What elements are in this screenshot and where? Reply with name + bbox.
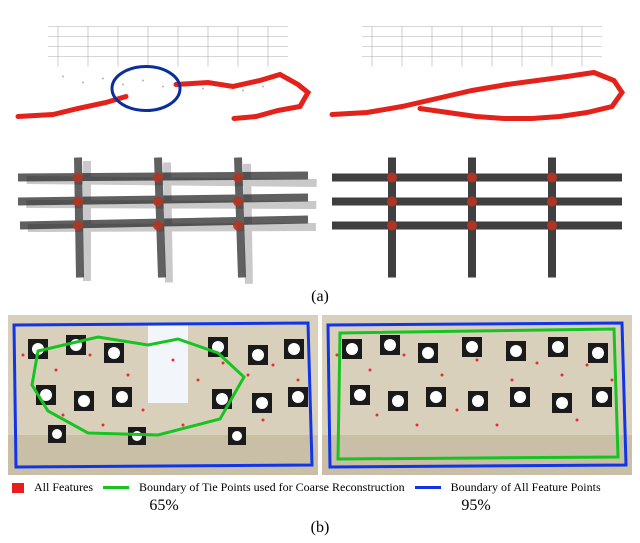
- legend-boundary-tie: Boundary of Tie Points used for Coarse R…: [139, 480, 405, 495]
- panel-b-label: (b): [8, 519, 632, 537]
- percent-row: 65% 95%: [8, 497, 632, 515]
- legend: All Features Boundary of Tie Points used…: [8, 480, 632, 495]
- dense-pipes-right: [322, 147, 632, 284]
- panel-b-right: [322, 312, 632, 478]
- panel-a: [8, 6, 632, 284]
- legend-line-green: [103, 486, 129, 489]
- panel-a-top-left: [8, 6, 318, 143]
- sparse-reconstruction-left: [8, 6, 318, 143]
- panel-b-left: [8, 312, 318, 478]
- gap-ellipse: [112, 67, 180, 111]
- panel-a-bottom-left: [8, 147, 318, 284]
- panel-a-top-right: [322, 6, 632, 143]
- percent-left: 65%: [8, 497, 320, 515]
- frame-left: [8, 312, 318, 478]
- figure-wrapper: (a): [0, 0, 640, 543]
- legend-boundary-all: Boundary of All Feature Points: [451, 480, 601, 495]
- sparse-reconstruction-right: [322, 6, 632, 143]
- frame-right: [322, 312, 632, 478]
- panel-a-bottom-right: [322, 147, 632, 284]
- panel-a-label: (a): [8, 288, 632, 306]
- dense-pipes-left: [8, 147, 318, 284]
- legend-all-features: All Features: [34, 480, 93, 495]
- legend-swatch-red: [12, 483, 24, 493]
- percent-right: 95%: [320, 497, 632, 515]
- panel-b: [8, 312, 632, 478]
- legend-line-blue: [415, 486, 441, 489]
